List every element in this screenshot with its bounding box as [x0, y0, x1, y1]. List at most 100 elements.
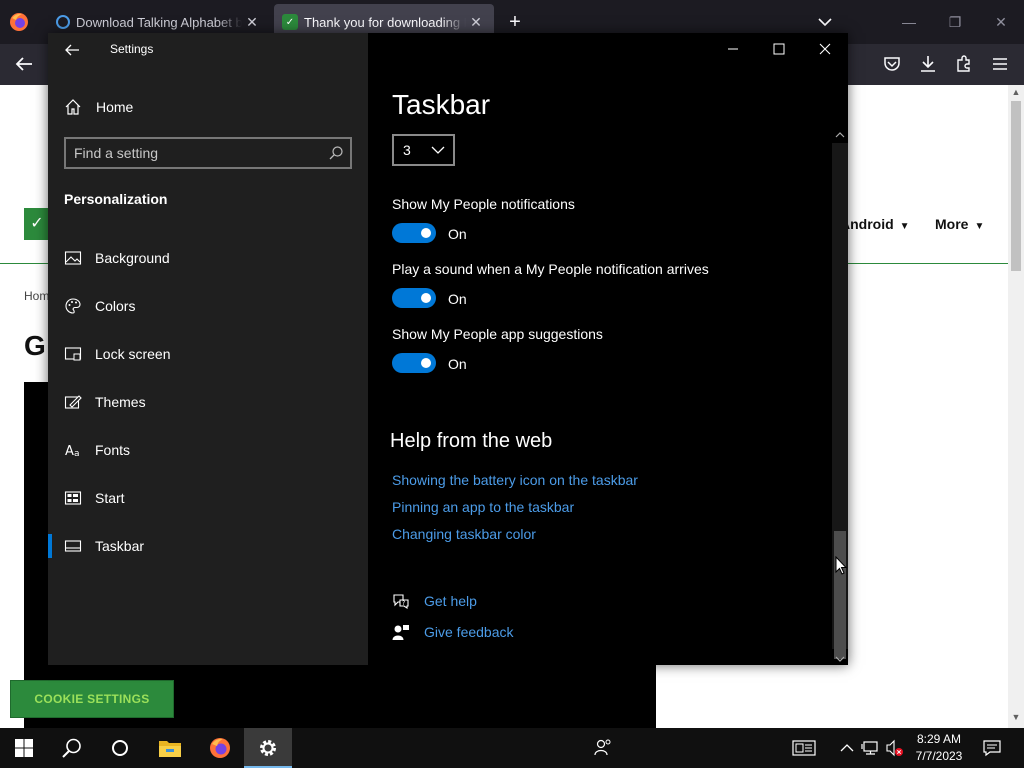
help-link-pinning-app[interactable]: Pinning an app to the taskbar [392, 499, 574, 515]
new-tab-plus-icon[interactable]: + [503, 10, 527, 34]
feedback-icon [392, 625, 409, 640]
clock-date: 7/7/2023 [915, 749, 963, 763]
sidebar-item-colors[interactable]: Colors [48, 286, 368, 326]
people-sound-toggle[interactable] [392, 288, 436, 308]
settings-taskbar-button[interactable] [244, 728, 292, 768]
sidebar-item-label: Fonts [95, 442, 131, 458]
action-center-icon[interactable] [982, 738, 1002, 758]
search-icon[interactable] [328, 145, 344, 161]
sidebar-item-themes[interactable]: Themes [48, 382, 368, 422]
people-notifications-toggle[interactable] [392, 223, 436, 243]
scroll-up-icon[interactable] [834, 129, 846, 141]
taskbar-icon [64, 540, 82, 552]
help-link-battery-icon[interactable]: Showing the battery icon on the taskbar [392, 472, 638, 488]
page-heading: G [24, 330, 46, 361]
caret-down-icon: ▼ [974, 221, 985, 232]
folder-icon [159, 741, 181, 757]
cookie-settings-button[interactable]: COOKIE SETTINGS [10, 680, 174, 718]
give-feedback-link[interactable]: Give feedback [392, 623, 514, 641]
clock-time: 8:29 AM [916, 732, 962, 746]
window-title: Settings [110, 42, 154, 56]
scroll-up-icon[interactable]: ▲ [1008, 87, 1024, 101]
nav-more[interactable]: More ▼ [935, 216, 984, 232]
hamburger-menu-icon[interactable] [989, 53, 1011, 75]
close-tab-icon[interactable]: ✕ [242, 14, 262, 31]
windows-taskbar: 8:29 AM 7/7/2023 [0, 728, 1024, 768]
search-input[interactable] [74, 143, 314, 163]
help-link-taskbar-color[interactable]: Changing taskbar color [392, 526, 536, 542]
picture-icon [64, 251, 82, 265]
close-browser-icon[interactable]: ✕ [989, 10, 1013, 34]
tab-title: Download Talking Alphabet by [76, 14, 242, 30]
sidebar-item-taskbar[interactable]: Taskbar [48, 526, 368, 566]
windows-logo-icon [15, 739, 33, 757]
minimize-browser-icon[interactable]: — [897, 10, 921, 34]
svg-text:?: ? [402, 600, 405, 607]
green-check-favicon-icon: ✓ [282, 14, 298, 30]
close-icon[interactable] [810, 37, 840, 61]
page-title: Taskbar [392, 89, 491, 120]
people-icon[interactable] [593, 738, 613, 758]
scroll-thumb[interactable] [1011, 101, 1021, 271]
lock-screen-icon [64, 347, 82, 361]
sidebar-item-label: Colors [95, 298, 136, 314]
taskbar-search-button[interactable] [48, 728, 96, 768]
themes-icon [64, 395, 82, 409]
scroll-down-icon[interactable]: ▼ [1008, 712, 1024, 726]
system-clock[interactable]: 8:29 AM 7/7/2023 [904, 731, 974, 765]
firefox-taskbar-button[interactable] [196, 728, 244, 768]
breadcrumb[interactable]: Hom [24, 289, 49, 303]
tab-title: Thank you for downloading Mi [304, 14, 466, 30]
start-button[interactable] [0, 728, 48, 768]
pocket-icon[interactable] [881, 53, 903, 75]
volume-muted-icon[interactable] [884, 738, 904, 758]
minimize-icon[interactable] [718, 37, 748, 61]
settings-scrollbar[interactable] [832, 129, 848, 665]
sidebar-item-background[interactable]: Background [48, 238, 368, 278]
sidebar-item-fonts[interactable]: A a Fonts [48, 430, 368, 470]
extensions-puzzle-icon[interactable] [953, 53, 975, 75]
dropdown-value: 3 [403, 142, 411, 158]
search-icon [62, 738, 81, 758]
sidebar-item-label: Themes [95, 394, 146, 410]
firefox-logo-icon[interactable] [8, 11, 30, 33]
settings-window: Settings Home Personalization Background [48, 33, 848, 665]
setting-label: Play a sound when a My People notificati… [392, 261, 709, 277]
cortana-button[interactable] [96, 728, 144, 768]
show-hidden-icons-chevron-icon[interactable] [837, 738, 857, 758]
get-help-label: Get help [424, 593, 477, 609]
settings-sidebar: Settings Home Personalization Background [48, 33, 368, 665]
toggle-state: On [448, 226, 467, 242]
sidebar-item-label: Background [95, 250, 170, 266]
palette-icon [65, 298, 81, 314]
back-arrow-icon[interactable] [62, 41, 82, 59]
network-icon[interactable] [861, 738, 881, 758]
scroll-down-icon[interactable] [834, 653, 846, 665]
settings-content: Taskbar 3 Show My People notifications O… [368, 33, 848, 665]
search-box[interactable] [64, 137, 352, 169]
nav-home[interactable]: Home [64, 95, 354, 119]
page-scrollbar[interactable]: ▲ ▼ [1008, 85, 1024, 728]
downloads-icon[interactable] [917, 53, 939, 75]
nav-android[interactable]: Android ▼ [840, 216, 910, 232]
toggle-state: On [448, 356, 467, 372]
sidebar-item-start[interactable]: Start [48, 478, 368, 518]
cortana-circle-icon [112, 740, 128, 756]
news-and-interests-icon[interactable] [792, 738, 816, 758]
combine-buttons-dropdown[interactable]: 3 [392, 134, 455, 166]
close-tab-icon[interactable]: ✕ [466, 14, 486, 31]
site-logo-badge-icon[interactable]: ✓ [24, 208, 50, 240]
sidebar-item-label: Start [95, 490, 125, 506]
fonts-icon: A a [65, 444, 80, 459]
scroll-thumb[interactable] [834, 531, 846, 659]
list-all-tabs-chevron-icon[interactable] [815, 12, 835, 32]
file-explorer-button[interactable] [146, 728, 194, 768]
get-help-link[interactable]: ? Get help [392, 592, 477, 610]
browser-back-arrow-icon[interactable] [12, 52, 36, 76]
people-suggestions-toggle[interactable] [392, 353, 436, 373]
sidebar-item-label: Taskbar [95, 538, 145, 554]
svg-text:a: a [74, 449, 80, 459]
sidebar-item-lock-screen[interactable]: Lock screen [48, 334, 368, 374]
maximize-icon[interactable] [764, 37, 794, 61]
restore-browser-icon[interactable]: ❐ [943, 10, 967, 34]
